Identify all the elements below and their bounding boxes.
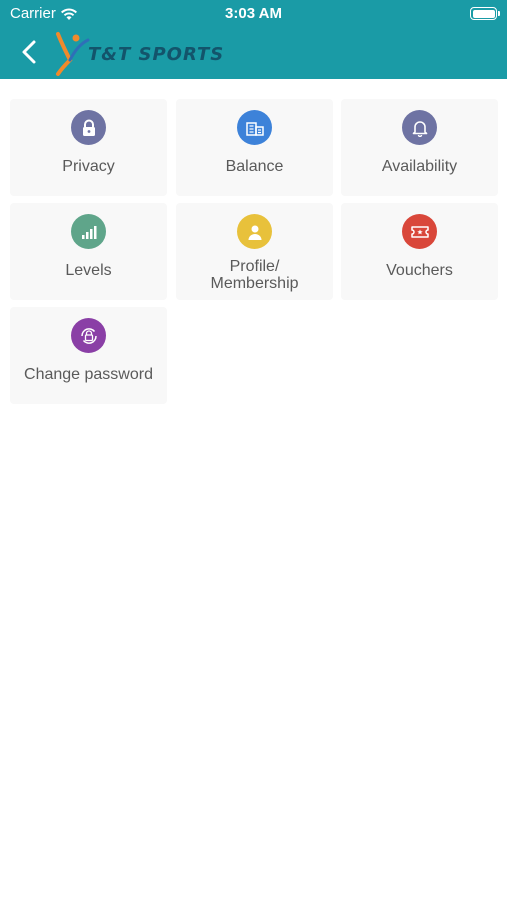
status-bar: Carrier 3:03 AM — [0, 0, 507, 28]
change-password-tile[interactable]: Change password — [10, 307, 167, 404]
app-header: Carrier 3:03 AM T&T SPORTS — [0, 0, 507, 79]
profile-membership-tile[interactable]: Profile/ Membership — [176, 203, 333, 300]
levels-label: Levels — [65, 262, 112, 279]
ticket-icon — [402, 214, 437, 249]
balance-tile[interactable]: Balance — [176, 99, 333, 196]
balance-label: Balance — [225, 158, 284, 175]
clock: 3:03 AM — [225, 5, 282, 22]
battery-icon — [470, 7, 500, 20]
levels-tile[interactable]: Levels — [10, 203, 167, 300]
lock-icon — [71, 110, 106, 145]
profile-label-line1: Profile/ — [229, 258, 280, 275]
chevron-left-icon — [22, 40, 36, 64]
bell-icon — [402, 110, 437, 145]
back-button[interactable] — [12, 34, 48, 70]
building-icon — [237, 110, 272, 145]
availability-tile[interactable]: Availability — [341, 99, 498, 196]
vouchers-tile[interactable]: Vouchers — [341, 203, 498, 300]
privacy-tile[interactable]: Privacy — [10, 99, 167, 196]
brand-name: T&T SPORTS — [88, 44, 225, 65]
person-icon — [237, 214, 272, 249]
vouchers-label: Vouchers — [386, 262, 453, 279]
profile-membership-label: Profile/ Membership — [176, 258, 333, 292]
availability-label: Availability — [381, 158, 458, 175]
change-password-label: Change password — [24, 366, 153, 383]
nav-bar: T&T SPORTS — [0, 28, 507, 79]
brand-logo: T&T SPORTS — [52, 30, 252, 76]
profile-label-line2: Membership — [210, 275, 299, 292]
runner-logo-icon — [56, 32, 90, 76]
privacy-label: Privacy — [62, 158, 115, 175]
signal-bars-icon — [71, 214, 106, 249]
lock-refresh-icon — [71, 318, 106, 353]
